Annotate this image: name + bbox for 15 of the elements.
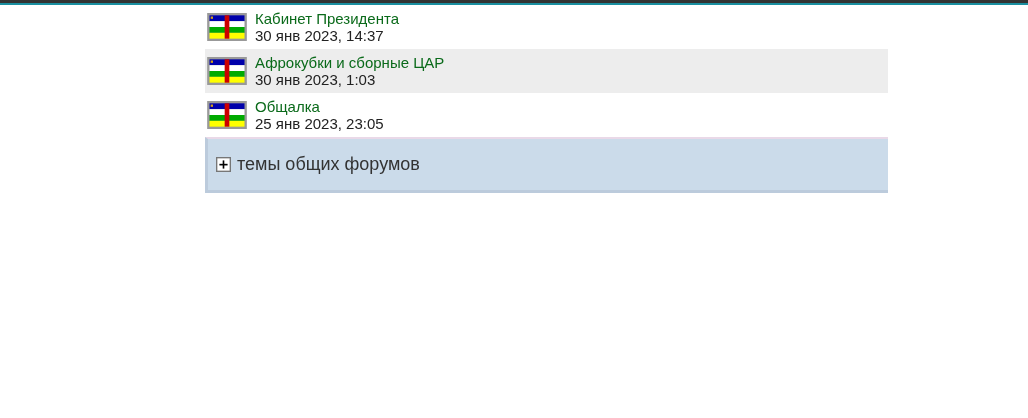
flag-icon [207, 13, 247, 41]
forum-date: 30 янв 2023, 14:37 [255, 26, 384, 44]
forum-date: 30 янв 2023, 1:03 [255, 70, 376, 88]
forum-link[interactable]: Общалка [255, 97, 384, 115]
forum-row[interactable]: Кабинет Президента 30 янв 2023, 14:37 [205, 5, 888, 49]
forum-row[interactable]: Общалка 25 янв 2023, 23:05 [205, 93, 888, 137]
flag-icon [207, 57, 247, 85]
section-header[interactable]: темы общих форумов [205, 137, 888, 193]
flag-icon [207, 101, 247, 129]
forum-date: 25 янв 2023, 23:05 [255, 114, 384, 132]
forum-row[interactable]: Афрокубки и сборные ЦАР 30 янв 2023, 1:03 [205, 49, 888, 93]
forum-link[interactable]: Афрокубки и сборные ЦАР [255, 53, 445, 71]
expand-icon[interactable] [216, 157, 231, 172]
forum-link[interactable]: Кабинет Президента [255, 9, 400, 27]
section-title: темы общих форумов [237, 154, 420, 175]
